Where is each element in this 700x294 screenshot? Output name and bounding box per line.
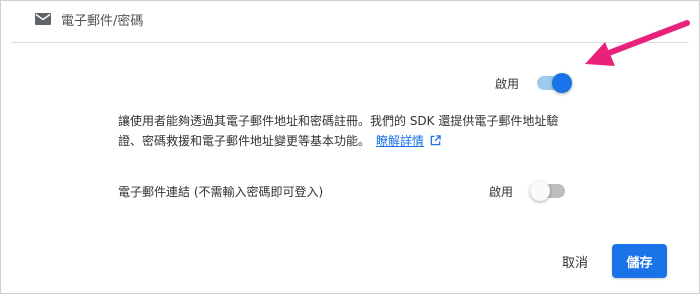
- enable-label: 啟用: [495, 76, 520, 91]
- email-link-row: 電子郵件連結 (不需輸入密碼即可登入) 啟用: [118, 181, 565, 201]
- email-link-toggle[interactable]: [530, 181, 565, 201]
- section-title: 電子郵件/密碼: [61, 13, 144, 29]
- cancel-button[interactable]: 取消: [553, 247, 597, 275]
- email-password-enable-row: 啟用: [495, 73, 573, 93]
- description: 讓使用者能夠透過其電子郵件地址和密碼註冊。我們的 SDK 還提供電子郵件地址驗證…: [118, 111, 578, 151]
- toggle-knob: [530, 181, 550, 201]
- description-text: 讓使用者能夠透過其電子郵件地址和密碼註冊。我們的 SDK 還提供電子郵件地址驗證…: [118, 114, 559, 148]
- email-link-label: 電子郵件連結 (不需輸入密碼即可登入): [118, 184, 324, 199]
- external-link-icon[interactable]: [430, 135, 441, 146]
- mail-icon: [35, 13, 51, 25]
- annotation-arrow: [585, 20, 690, 66]
- section-header: 電子郵件/密碼: [35, 9, 143, 29]
- email-link-enable-label: 啟用: [488, 184, 513, 199]
- save-button[interactable]: 儲存: [612, 244, 667, 278]
- learn-more-link[interactable]: 瞭解詳情: [376, 134, 424, 148]
- email-link-enable-group: 啟用: [488, 181, 565, 201]
